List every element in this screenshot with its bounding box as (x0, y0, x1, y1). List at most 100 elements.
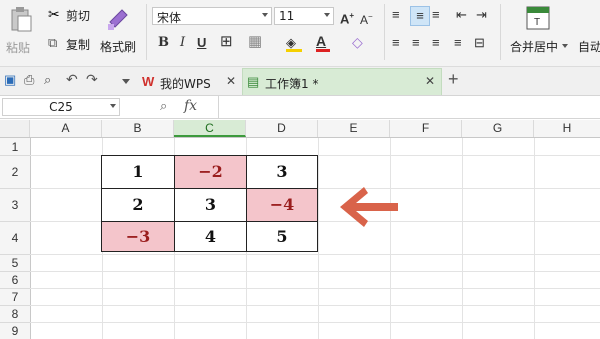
grid-line (318, 138, 319, 339)
row-header-8[interactable]: 8 (0, 306, 30, 323)
row-header-2[interactable]: 2 (0, 156, 30, 189)
align-middle-icon[interactable]: ≡ (410, 6, 430, 26)
print-preview-icon[interactable]: ⌕ (44, 72, 51, 88)
border-icon[interactable]: ⊞ (220, 33, 233, 51)
grid-line (30, 271, 600, 272)
fx-button[interactable]: fx (184, 98, 197, 114)
row-header-7[interactable]: 7 (0, 289, 30, 306)
tab-my-wps[interactable]: W 我的WPS ✕ (138, 70, 240, 94)
paste-icon (11, 7, 32, 32)
merge-center-button[interactable]: T 合并居中 (506, 4, 572, 60)
chevron-down-icon[interactable] (122, 79, 130, 84)
cell-c3[interactable]: 3 (174, 188, 247, 222)
underline-icon[interactable]: U (197, 34, 206, 52)
column-header-a[interactable]: A (30, 120, 102, 137)
wps-logo-icon: W (142, 74, 155, 89)
select-all-corner[interactable] (0, 120, 30, 137)
column-header-d[interactable]: D (246, 120, 318, 137)
cell-b3[interactable]: 2 (101, 188, 175, 222)
grid-line (30, 288, 600, 289)
align-center-icon[interactable]: ≡ (412, 34, 420, 52)
divider (500, 4, 501, 60)
spreadsheet-icon: ▤ (247, 74, 260, 89)
print-icon[interactable]: ⎙ (24, 72, 34, 88)
increase-font-icon[interactable]: A+ (340, 7, 354, 28)
row-header-9[interactable]: 9 (0, 323, 30, 339)
copy-label: 复制 (66, 38, 91, 52)
cell-d3[interactable]: −4 (246, 188, 318, 222)
font-size-select[interactable]: 11 (274, 7, 334, 25)
svg-text:T: T (534, 17, 540, 28)
tab-label: 工作簿1 * (265, 77, 319, 91)
save-icon[interactable]: ▣ (4, 72, 16, 88)
redo-icon[interactable]: ↷ (86, 71, 98, 88)
decrease-font-icon[interactable]: A− (360, 8, 373, 29)
paste-button[interactable]: 粘贴 (4, 4, 40, 60)
paste-label: 粘贴 (6, 41, 31, 55)
column-header-e[interactable]: E (318, 120, 390, 137)
column-header-c[interactable]: C (174, 120, 246, 137)
grid-line (534, 138, 535, 339)
formula-bar: C25 ⌕ fx (0, 96, 600, 119)
fill-pattern-icon[interactable]: ▦ (248, 33, 262, 51)
distribute-icon[interactable]: ⊟ (474, 34, 485, 52)
column-header-g[interactable]: G (462, 120, 534, 137)
row-header-1[interactable]: 1 (0, 138, 30, 156)
name-box[interactable]: C25 (2, 98, 120, 116)
column-header-h[interactable]: H (534, 120, 600, 137)
scissors-icon: ✂ (48, 6, 60, 22)
justify-icon[interactable]: ≡ (454, 34, 462, 52)
ribbon-toolbar: 粘贴 ✂ 剪切 ⧉ 复制 格式刷 宋体 11 A+ A− B I U ⊞ ▦ ◈… (0, 0, 600, 67)
row-header-divider (30, 138, 31, 339)
column-header-b[interactable]: B (102, 120, 174, 137)
align-left-icon[interactable]: ≡ (392, 34, 400, 52)
font-name-value: 宋体 (157, 11, 182, 25)
row-header-5[interactable]: 5 (0, 255, 30, 272)
row-header-4[interactable]: 4 (0, 222, 30, 255)
indent-increase-icon[interactable]: ⇥ (476, 6, 487, 24)
formula-input[interactable] (218, 96, 600, 118)
cell-d4[interactable]: 5 (246, 221, 318, 252)
cell-c2[interactable]: −2 (174, 155, 247, 189)
row-header-3[interactable]: 3 (0, 189, 30, 222)
tab-workbook[interactable]: ▤ 工作簿1 * ✕ (242, 68, 442, 95)
indent-decrease-icon[interactable]: ⇤ (456, 6, 467, 24)
name-box-value: C25 (49, 100, 73, 114)
font-color-icon[interactable]: A (316, 33, 332, 52)
font-name-select[interactable]: 宋体 (152, 7, 272, 25)
cell-b2[interactable]: 1 (101, 155, 175, 189)
cut-button[interactable]: ✂ 剪切 (48, 6, 94, 24)
new-tab-icon[interactable]: + (448, 69, 459, 90)
bold-icon[interactable]: B (158, 34, 169, 52)
align-top-icon[interactable]: ≡ (392, 6, 400, 24)
close-icon[interactable]: ✕ (425, 74, 435, 88)
fill-color-icon[interactable]: ◈ (286, 34, 302, 52)
clear-format-icon[interactable]: ◇ (352, 33, 363, 51)
align-right-icon[interactable]: ≡ (432, 34, 440, 52)
copy-icon: ⧉ (48, 35, 58, 50)
copy-button[interactable]: ⧉ 复制 (48, 35, 94, 53)
format-painter-icon (108, 9, 128, 30)
grid-line (30, 305, 600, 306)
zoom-formula-icon[interactable]: ⌕ (160, 98, 167, 114)
close-icon[interactable]: ✕ (226, 74, 236, 88)
row-header-6[interactable]: 6 (0, 272, 30, 289)
format-painter-button[interactable]: 格式刷 (98, 4, 140, 60)
header-divider (0, 137, 600, 138)
auto-wrap-button[interactable]: 自动 (576, 4, 600, 60)
cell-d2[interactable]: 3 (246, 155, 318, 189)
document-tab-bar: ▣ ⎙ ⌕ ↶ ↷ W 我的WPS ✕ ▤ 工作簿1 * ✕ + (0, 67, 600, 96)
cut-label: 剪切 (66, 9, 91, 23)
column-header-f[interactable]: F (390, 120, 462, 137)
merge-center-label: 合并居中 (510, 40, 559, 54)
cell-c4[interactable]: 4 (174, 221, 247, 252)
grid-line (390, 138, 391, 339)
left-arrow-annotation (340, 187, 398, 227)
format-painter-label: 格式刷 (100, 40, 137, 54)
grid-line (462, 138, 463, 339)
align-bottom-icon[interactable]: ≡ (432, 6, 440, 24)
italic-icon[interactable]: I (180, 34, 185, 52)
cell-b4[interactable]: −3 (101, 221, 175, 252)
chevron-down-icon (562, 44, 568, 48)
undo-icon[interactable]: ↶ (66, 71, 78, 88)
